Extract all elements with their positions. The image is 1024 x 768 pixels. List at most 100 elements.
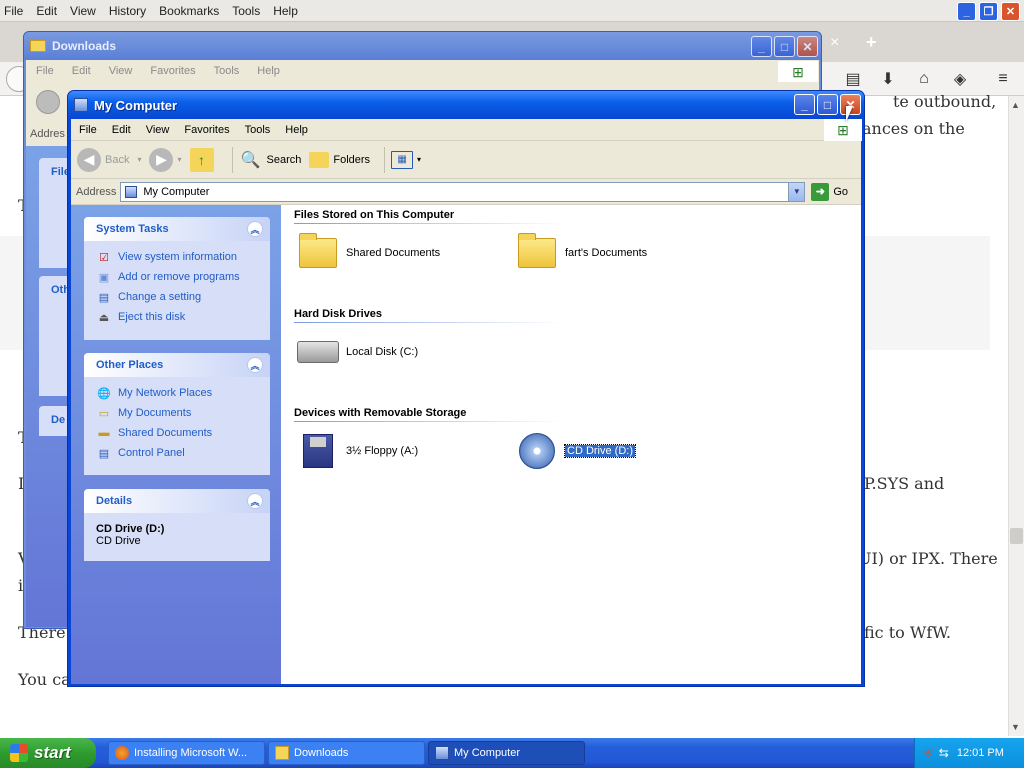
taskbar: start Installing Microsoft W... Download…: [0, 738, 1024, 768]
task-my-computer[interactable]: My Computer: [428, 741, 585, 765]
network-icon[interactable]: ⇆: [939, 746, 949, 760]
downloads-minimize-button[interactable]: _: [751, 36, 772, 57]
ff-menu-file[interactable]: File: [4, 4, 23, 18]
my-computer-window[interactable]: My Computer _ □ ✕ File Edit View Favorit…: [67, 90, 865, 687]
up-folder-icon: ↑: [189, 147, 214, 172]
folder-icon: [515, 231, 559, 275]
place-my-documents[interactable]: ▭ My Documents: [96, 403, 270, 423]
downloads-titlebar[interactable]: Downloads: [24, 32, 821, 60]
add-remove-icon: ▣: [98, 271, 110, 284]
reader-icon[interactable]: ▤: [842, 68, 864, 90]
address-input[interactable]: My Computer ▼: [120, 181, 806, 202]
my-computer-titlebar[interactable]: My Computer: [68, 91, 864, 119]
item-floppy-drive[interactable]: 3½ Floppy (A:): [296, 429, 418, 473]
new-tab-button[interactable]: +: [866, 32, 877, 53]
cd-drive-icon: [515, 429, 559, 473]
computer-icon: [74, 98, 88, 112]
task-eject-disk[interactable]: ⏏ Eject this disk: [96, 307, 270, 327]
downloads-close-button[interactable]: ✕: [797, 36, 818, 57]
views-button[interactable]: ▦ ▾: [391, 150, 421, 169]
windows-flag-icon: [10, 744, 28, 762]
group-removable-storage: Devices with Removable Storage: [294, 407, 467, 419]
search-icon: 🔍: [240, 151, 261, 169]
ff-menu-view[interactable]: View: [70, 4, 96, 18]
scroll-down-icon[interactable]: ▼: [1011, 722, 1020, 732]
dl-menu-favorites[interactable]: Favorites: [150, 65, 195, 77]
task-downloads[interactable]: Downloads: [268, 741, 425, 765]
dl-menu-file[interactable]: File: [36, 65, 54, 77]
item-user-documents[interactable]: fart's Documents: [515, 231, 647, 275]
system-tray: ⛨ ⇆ 12:01 PM: [914, 738, 1024, 768]
task-firefox[interactable]: Installing Microsoft W...: [108, 741, 265, 765]
folders-button[interactable]: Folders: [309, 151, 370, 168]
control-panel-icon: ▤: [98, 447, 110, 460]
back-button[interactable]: ◀ Back ▾: [77, 147, 141, 172]
ff-menu-help[interactable]: Help: [273, 4, 298, 18]
task-add-remove-programs[interactable]: ▣ Add or remove programs: [96, 267, 270, 287]
forward-dropdown-icon[interactable]: ▾: [177, 155, 181, 164]
computer-icon: [435, 746, 449, 760]
download-icon[interactable]: ⬇: [877, 68, 899, 90]
clock[interactable]: 12:01 PM: [957, 747, 1004, 759]
dl-menu-tools[interactable]: Tools: [214, 65, 240, 77]
place-shared-documents[interactable]: ▬ Shared Documents: [96, 423, 270, 443]
collapse-chevron-icon[interactable]: ︽: [247, 357, 263, 373]
ff-close-button[interactable]: ✕: [1001, 2, 1020, 21]
mc-toolbar: ◀ Back ▾ ▶ ▾ ↑ 🔍 Search Folders ▦ ▾: [71, 141, 861, 179]
tab-close-icon[interactable]: ×: [830, 34, 839, 52]
place-control-panel[interactable]: ▤ Control Panel: [96, 443, 270, 463]
up-folder-button[interactable]: ↑: [189, 147, 218, 172]
ff-menu-tools[interactable]: Tools: [232, 4, 260, 18]
ff-menu-history[interactable]: History: [109, 4, 146, 18]
dl-left-pane: File Oth De: [26, 146, 71, 627]
mc-maximize-button[interactable]: □: [817, 94, 838, 115]
group-divider: [294, 223, 564, 224]
ff-menu-edit[interactable]: Edit: [36, 4, 57, 18]
ff-restore-button[interactable]: ❐: [979, 2, 998, 21]
ff-menu-bookmarks[interactable]: Bookmarks: [159, 4, 219, 18]
windows-logo-icon: ⊞: [824, 119, 862, 141]
item-local-disk[interactable]: Local Disk (C:): [296, 330, 418, 374]
place-my-network[interactable]: 🌐 My Network Places: [96, 383, 270, 403]
dl-menu-help[interactable]: Help: [257, 65, 280, 77]
forward-button[interactable]: ▶ ▾: [149, 147, 182, 172]
other-places-header[interactable]: Other Places ︽: [84, 353, 270, 377]
go-button[interactable]: ➜ Go: [811, 182, 848, 201]
scroll-thumb[interactable]: [1010, 528, 1023, 544]
scroll-up-icon[interactable]: ▲: [1011, 100, 1020, 110]
address-dropdown-icon[interactable]: ▼: [788, 182, 805, 201]
collapse-chevron-icon[interactable]: ︽: [247, 221, 263, 237]
downloads-maximize-button[interactable]: □: [774, 36, 795, 57]
mc-menu-favorites[interactable]: Favorites: [184, 124, 229, 136]
item-cd-drive[interactable]: CD Drive (D:): [515, 429, 636, 473]
dl-menu-edit[interactable]: Edit: [72, 65, 91, 77]
hamburger-menu-icon[interactable]: ≡: [992, 68, 1014, 90]
ff-minimize-button[interactable]: _: [957, 2, 976, 21]
mc-minimize-button[interactable]: _: [794, 94, 815, 115]
security-shield-icon[interactable]: ⛨: [923, 745, 933, 761]
mc-menu-view[interactable]: View: [146, 124, 170, 136]
back-dropdown-icon[interactable]: ▾: [137, 155, 141, 164]
system-tasks-header[interactable]: System Tasks ︽: [84, 217, 270, 241]
dl-menu-view[interactable]: View: [109, 65, 133, 77]
firefox-scrollbar[interactable]: ▲ ▼: [1008, 96, 1024, 736]
home-icon[interactable]: ⌂: [913, 68, 935, 90]
details-header[interactable]: Details ︽: [84, 489, 270, 513]
other-places-panel: Other Places ︽ 🌐 My Network Places ▭ My Do…: [84, 353, 270, 475]
dl-back-icon[interactable]: [36, 90, 60, 114]
mc-menu-file[interactable]: File: [79, 124, 97, 136]
search-button[interactable]: 🔍 Search: [239, 148, 302, 172]
pocket-icon[interactable]: ◈: [949, 68, 971, 90]
mc-menu-help[interactable]: Help: [285, 124, 308, 136]
collapse-chevron-icon[interactable]: ︽: [247, 493, 263, 509]
start-button[interactable]: start: [0, 738, 96, 768]
firefox-menubar: File Edit View History Bookmarks Tools H…: [0, 0, 1024, 22]
go-arrow-icon: ➜: [811, 182, 830, 201]
mc-menu-edit[interactable]: Edit: [112, 124, 131, 136]
mc-menu-tools[interactable]: Tools: [245, 124, 271, 136]
item-shared-documents[interactable]: Shared Documents: [296, 231, 440, 275]
task-change-setting[interactable]: ▤ Change a setting: [96, 287, 270, 307]
details-panel: Details ︽ CD Drive (D:) CD Drive: [84, 489, 270, 561]
page-text-fragment: P.SYS and: [864, 474, 945, 493]
task-view-system-info[interactable]: ☑ View system information: [96, 247, 270, 267]
